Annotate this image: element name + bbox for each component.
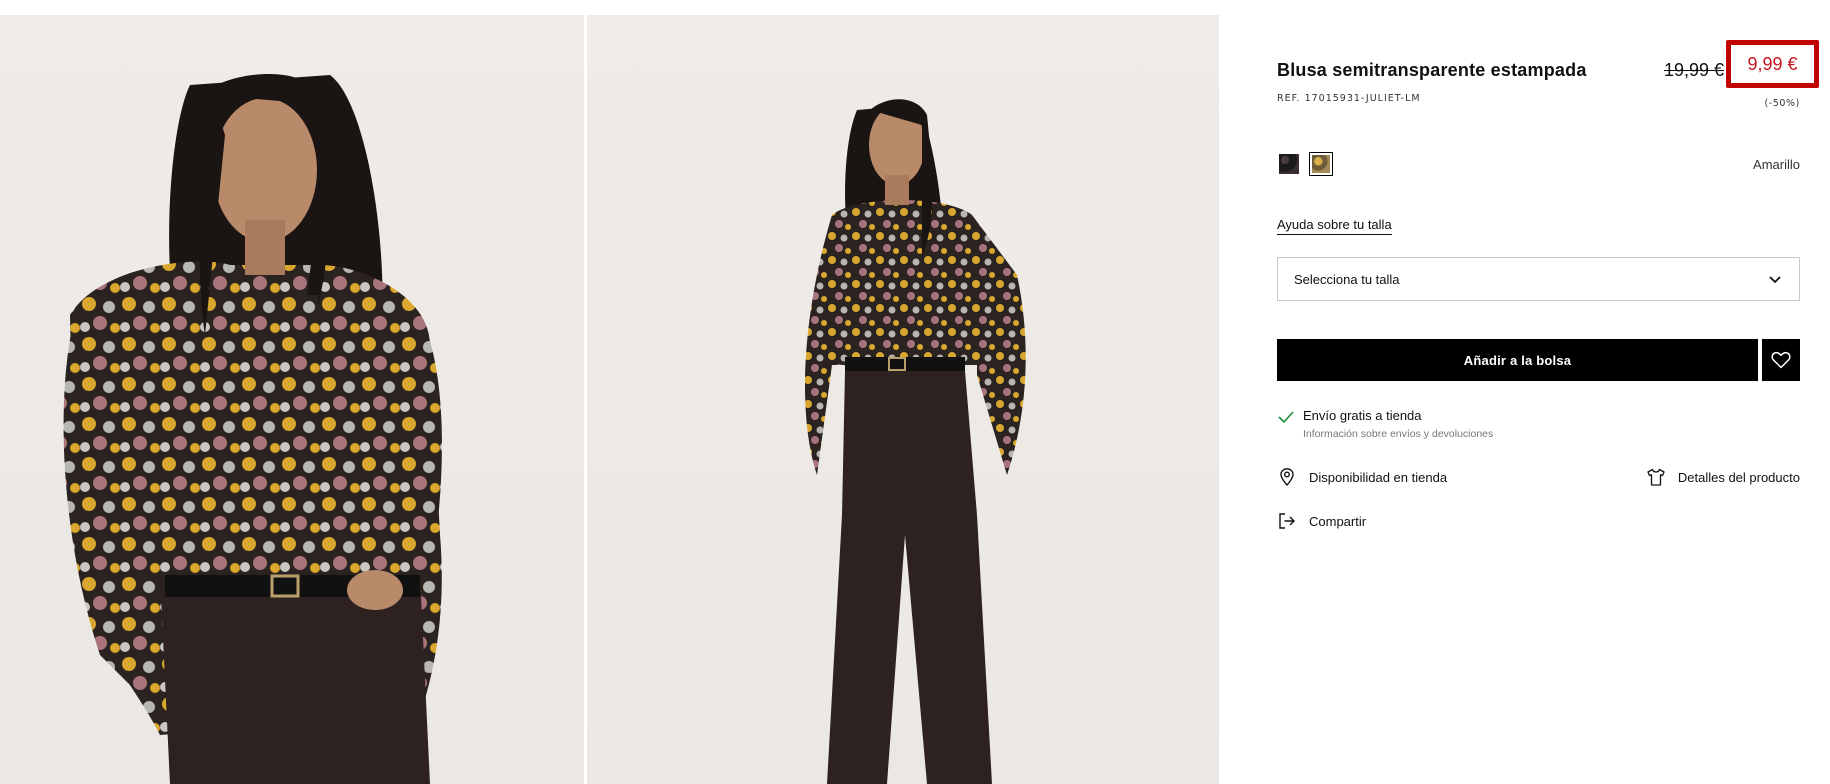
wishlist-button[interactable] bbox=[1762, 339, 1800, 381]
product-info-panel: Blusa semitransparente estampada REF. 17… bbox=[1277, 0, 1819, 784]
model-illustration-1 bbox=[63, 74, 442, 784]
free-shipping-info: Envío gratis a tienda Información sobre … bbox=[1277, 408, 1493, 440]
check-icon bbox=[1278, 411, 1294, 424]
chevron-down-icon bbox=[1769, 276, 1781, 284]
color-swatch-black[interactable] bbox=[1277, 152, 1301, 176]
size-help-link[interactable]: Ayuda sobre tu talla bbox=[1277, 217, 1392, 235]
model-illustration-2 bbox=[805, 99, 1026, 784]
heart-icon bbox=[1771, 351, 1791, 369]
store-availability-label: Disponibilidad en tienda bbox=[1309, 469, 1448, 485]
share-link[interactable]: Compartir bbox=[1277, 511, 1366, 531]
share-label: Compartir bbox=[1309, 513, 1367, 529]
product-gallery bbox=[0, 15, 1219, 784]
sale-price: 9,99 € bbox=[1747, 53, 1798, 74]
discount-badge: (-50%) bbox=[1764, 98, 1800, 109]
size-select-placeholder: Selecciona tu talla bbox=[1294, 271, 1400, 287]
product-details-label: Detalles del producto bbox=[1677, 469, 1800, 485]
product-reference: REF. 17015931-JULIET-LM bbox=[1277, 93, 1421, 104]
free-shipping-title: Envío gratis a tienda bbox=[1303, 408, 1422, 423]
shipping-returns-link[interactable]: Información sobre envíos y devoluciones bbox=[1303, 428, 1493, 440]
tshirt-icon bbox=[1647, 468, 1665, 486]
product-photo-full[interactable] bbox=[587, 15, 1219, 784]
add-to-bag-button[interactable]: Añadir a la bolsa bbox=[1277, 339, 1758, 381]
share-icon bbox=[1279, 513, 1295, 529]
product-details-link[interactable]: Detalles del producto bbox=[1646, 467, 1800, 487]
original-price: 19,99 € bbox=[1664, 60, 1725, 80]
store-availability-link[interactable]: Disponibilidad en tienda bbox=[1277, 467, 1447, 487]
selected-color-name: Amarillo bbox=[1753, 157, 1800, 172]
color-swatch-yellow-selected[interactable] bbox=[1309, 152, 1333, 176]
location-pin-icon bbox=[1280, 468, 1294, 487]
size-select[interactable]: Selecciona tu talla bbox=[1277, 257, 1800, 301]
product-photo-front[interactable] bbox=[0, 15, 584, 784]
sale-price-highlight: 9,99 € bbox=[1726, 40, 1819, 88]
product-title: Blusa semitransparente estampada bbox=[1277, 60, 1587, 80]
